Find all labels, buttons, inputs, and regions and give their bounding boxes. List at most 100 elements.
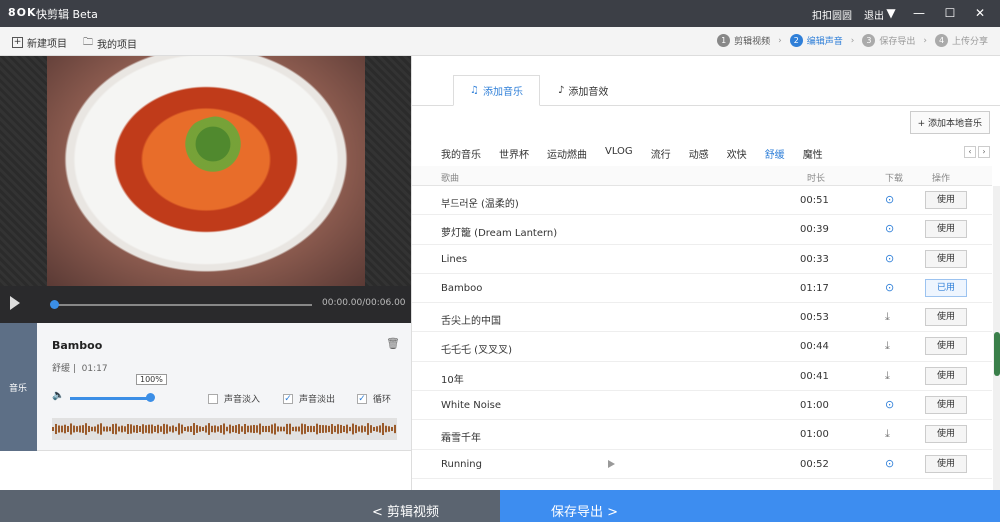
- minimize-button[interactable]: —: [907, 4, 931, 22]
- waveform-bar: [268, 425, 270, 433]
- step-edit-audio[interactable]: 2 编辑声音: [789, 34, 843, 47]
- progress-track[interactable]: [54, 304, 312, 306]
- download-icon[interactable]: ⤓: [885, 339, 890, 353]
- tab-add-effects[interactable]: ♪ 添加音效: [542, 75, 624, 106]
- step-edit-video[interactable]: 1 剪辑视频: [717, 34, 770, 47]
- scrollbar-thumb[interactable]: [994, 332, 1000, 376]
- audio-waveform[interactable]: [52, 418, 397, 440]
- use-button[interactable]: 使用: [925, 454, 967, 473]
- category-soothing[interactable]: 舒缓: [765, 146, 785, 161]
- check-circle-icon: ⊙: [885, 280, 895, 294]
- waveform-bar: [304, 424, 306, 434]
- waveform-bar: [64, 424, 66, 434]
- waveform-bar: [139, 426, 141, 432]
- waveform-bar: [157, 424, 159, 434]
- chevron-right-icon[interactable]: ›: [978, 146, 990, 158]
- category-vlog[interactable]: VLOG: [605, 146, 633, 161]
- use-button[interactable]: 使用: [925, 396, 967, 415]
- song-duration: 00:39: [800, 224, 829, 236]
- use-button[interactable]: 使用: [925, 308, 967, 327]
- play-icon[interactable]: [10, 296, 20, 310]
- table-row[interactable]: 10年 00:41 ⤓ 使用: [412, 362, 992, 392]
- step-upload-share[interactable]: 4 上传分享: [934, 34, 988, 47]
- table-row[interactable]: Bamboo 01:17 ⊙ 已用: [412, 274, 992, 304]
- waveform-bar: [61, 425, 63, 433]
- table-row[interactable]: Running 00:52 ⊙ 使用: [412, 450, 992, 479]
- use-button[interactable]: 使用: [925, 191, 967, 209]
- tab-add-music[interactable]: ♫ 添加音乐: [453, 75, 540, 106]
- scrollbar[interactable]: [993, 186, 1000, 490]
- add-local-music-button[interactable]: + 添加本地音乐: [909, 111, 990, 134]
- new-project-button[interactable]: + 新建项目: [12, 35, 67, 50]
- back-to-edit-button[interactable]: < 剪辑视频: [372, 501, 439, 520]
- progress-handle[interactable]: [50, 300, 59, 309]
- trash-icon[interactable]: 🗑: [386, 337, 400, 350]
- waveform-bar: [244, 423, 246, 435]
- download-icon[interactable]: ⤓: [885, 369, 890, 383]
- download-icon[interactable]: ⤓: [885, 427, 890, 441]
- checkbox-box[interactable]: [208, 393, 218, 404]
- use-button[interactable]: 使用: [925, 249, 967, 268]
- checkbox-box[interactable]: ✓: [357, 393, 367, 404]
- waveform-bar: [337, 424, 339, 434]
- use-button[interactable]: 使用: [925, 425, 967, 444]
- table-row[interactable]: 부드러운 (温柔的) 00:51 ⊙ 使用: [412, 186, 992, 216]
- close-button[interactable]: ✕: [968, 4, 992, 22]
- video-frame-image: [47, 56, 365, 286]
- song-name: 부드러운 (温柔的): [441, 199, 519, 210]
- category-cheerful[interactable]: 欢快: [727, 146, 747, 161]
- song-duration: 01:17: [800, 282, 829, 294]
- use-button[interactable]: 使用: [925, 220, 967, 239]
- fade-out-checkbox[interactable]: ✓ 声音淡出: [283, 392, 335, 405]
- music-tab[interactable]: 音乐: [0, 323, 37, 451]
- waveform-bar: [349, 426, 351, 432]
- play-icon[interactable]: [608, 459, 615, 468]
- volume-handle[interactable]: [146, 393, 155, 402]
- use-button[interactable]: 使用: [925, 337, 967, 356]
- waveform-bar: [355, 424, 357, 434]
- checkbox-box[interactable]: ✓: [283, 393, 293, 404]
- waveform-bar: [238, 424, 240, 434]
- table-row[interactable]: 乇乇乇 (叉叉叉) 00:44 ⤓ 使用: [412, 332, 992, 362]
- table-row[interactable]: 霜雪千年 01:00 ⤓ 使用: [412, 420, 992, 450]
- volume-slider[interactable]: [70, 397, 150, 400]
- waveform-bar: [151, 424, 153, 434]
- table-row[interactable]: White Noise 01:00 ⊙ 使用: [412, 391, 992, 421]
- use-button[interactable]: 已用: [925, 278, 967, 297]
- toolbar: + 新建项目 🗀 我的项目 1 剪辑视频 › 2 编辑声音 › 3 保存导出 › 4上…: [0, 27, 1000, 56]
- check-circle-icon: ⊙: [885, 456, 895, 470]
- category-quirky[interactable]: 魔性: [803, 146, 823, 161]
- fade-in-checkbox[interactable]: 声音淡入: [208, 392, 260, 405]
- table-row[interactable]: Lines 00:33 ⊙ 使用: [412, 245, 992, 274]
- maximize-button[interactable]: ☐: [938, 4, 962, 22]
- waveform-bar: [289, 423, 291, 435]
- category-sports[interactable]: 运动燃曲: [547, 146, 587, 161]
- waveform-bar: [181, 424, 183, 434]
- chevron-right-icon: ›: [923, 35, 927, 46]
- chevron-left-icon[interactable]: ‹: [964, 146, 976, 158]
- category-my-music[interactable]: 我的音乐: [441, 146, 481, 161]
- table-row[interactable]: 萝灯籠 (Dream Lantern) 00:39 ⊙ 使用: [412, 215, 992, 245]
- table-row[interactable]: 舌尖上的中国 00:53 ⤓ 使用: [412, 303, 992, 333]
- my-projects-button[interactable]: 🗀 我的项目: [83, 35, 137, 52]
- category-dynamic[interactable]: 动感: [689, 146, 709, 161]
- category-pager: ‹ ›: [964, 146, 990, 158]
- waveform-bar: [226, 426, 228, 432]
- user-name-link[interactable]: 扣扣圆圆: [812, 7, 852, 22]
- download-icon[interactable]: ⤓: [885, 310, 890, 324]
- song-duration: 00:44: [800, 341, 829, 353]
- category-world-cup[interactable]: 世界杯: [499, 146, 529, 161]
- waveform-bar: [136, 424, 138, 434]
- category-pop[interactable]: 流行: [651, 146, 671, 161]
- use-button[interactable]: 使用: [925, 366, 967, 385]
- save-export-button[interactable]: 保存导出 >: [500, 490, 1000, 522]
- loop-checkbox[interactable]: ✓ 循环: [357, 392, 391, 405]
- left-panel: 00:00.00/00:06.00 音乐 Bamboo 舒缓 | 01:17 🗑…: [0, 56, 411, 490]
- speaker-icon[interactable]: 🔈: [52, 390, 64, 401]
- menu-icon[interactable]: ▼: [879, 4, 903, 22]
- waveform-bar: [187, 426, 189, 432]
- waveform-bar: [88, 425, 90, 433]
- step-save-export[interactable]: 3 保存导出: [862, 34, 915, 47]
- waveform-bar: [328, 425, 330, 433]
- waveform-bar: [85, 423, 87, 435]
